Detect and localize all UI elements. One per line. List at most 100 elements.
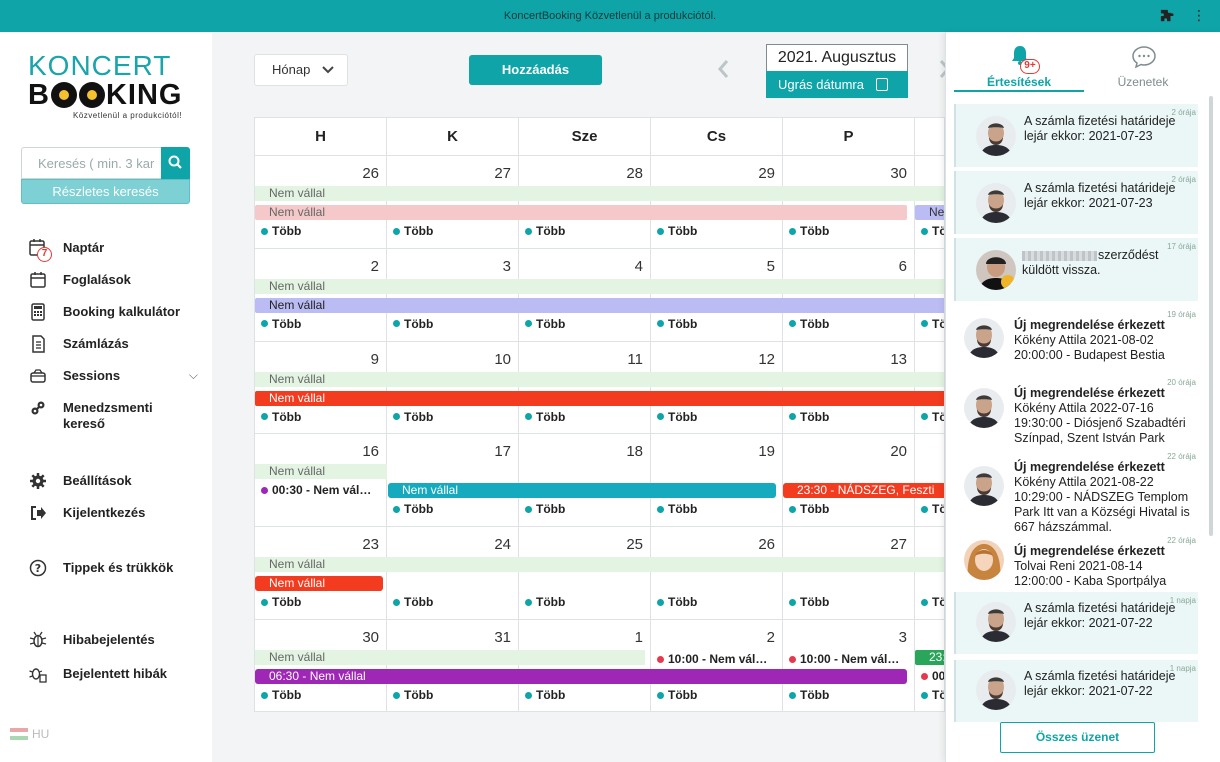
not-accept-bar[interactable]: Nem vállal	[255, 186, 944, 201]
day-number[interactable]: 4	[519, 258, 643, 275]
day-number[interactable]: 6	[783, 258, 907, 275]
more-link[interactable]: Több	[657, 317, 697, 331]
day-number[interactable]: 27	[387, 165, 511, 182]
notification-item[interactable]: 1 napja A számla fizetési határideje lejá…	[954, 660, 1198, 722]
event-item[interactable]: 00	[921, 669, 944, 683]
event-bar[interactable]: 23:	[915, 650, 944, 665]
more-link[interactable]: Több	[393, 224, 433, 238]
more-link[interactable]: Több	[393, 410, 433, 424]
more-link[interactable]: Több	[657, 502, 697, 516]
more-link[interactable]: Több	[789, 688, 829, 702]
day-number[interactable]: 29	[651, 165, 775, 182]
notification-item[interactable]: 17 órája szerződést küldött vissza.	[954, 238, 1198, 301]
more-link[interactable]: Több	[525, 502, 565, 516]
not-accept-bar[interactable]: Nem vállal	[255, 390, 944, 406]
nav-tippek[interactable]: ? Tippek és trükkök	[28, 558, 198, 578]
prev-month-icon[interactable]	[716, 58, 730, 86]
more-link[interactable]: Több	[525, 410, 565, 424]
notification-item[interactable]: 22 órája Új megrendelése érkezett Tolvai R…	[954, 532, 1198, 592]
more-link[interactable]: Több	[657, 688, 697, 702]
day-number[interactable]: 16	[255, 443, 379, 460]
tab-notifications[interactable]: 9+ Értesítések	[954, 32, 1084, 92]
more-link[interactable]: Több	[789, 410, 829, 424]
nav-sessions[interactable]: Sessions ⌵	[28, 366, 198, 386]
view-select[interactable]: Hónap	[254, 54, 348, 86]
day-number[interactable]: 23	[255, 536, 379, 553]
day-number[interactable]: 11	[519, 351, 643, 368]
more-link[interactable]: Több	[393, 317, 433, 331]
nav-naptar[interactable]: 7 Naptár	[28, 238, 198, 262]
more-link[interactable]: Több	[525, 688, 565, 702]
not-accept-bar[interactable]: Nem vállal	[255, 464, 387, 480]
day-number[interactable]: 1	[519, 629, 643, 646]
kebab-icon[interactable]: ⋮	[1192, 8, 1206, 22]
more-link[interactable]: Több	[789, 317, 829, 331]
notification-item[interactable]: 2 órája A számla fizetési határideje lejá…	[954, 171, 1198, 234]
not-accept-bar[interactable]: Ne	[915, 205, 944, 220]
more-link[interactable]: Több	[393, 595, 433, 609]
chevron-down-icon[interactable]: ⌵	[189, 368, 198, 383]
language-switch[interactable]: HU	[10, 727, 49, 741]
day-number[interactable]: 3	[387, 258, 511, 275]
day-number[interactable]: 24	[387, 536, 511, 553]
more-link[interactable]: Több	[261, 595, 301, 609]
search-input[interactable]	[21, 147, 161, 179]
more-link[interactable]: Több	[525, 317, 565, 331]
more-link[interactable]: Több	[789, 595, 829, 609]
nav-beallitasok[interactable]: Beállítások	[28, 471, 198, 491]
event-item[interactable]: 10:00 - Nem vál…	[657, 652, 779, 666]
not-accept-bar[interactable]: Nem vállal	[388, 483, 776, 499]
day-number[interactable]: 31	[387, 629, 511, 646]
more-link[interactable]: Tö	[921, 595, 944, 609]
day-number[interactable]: 12	[651, 351, 775, 368]
all-messages-button[interactable]: Összes üzenet	[1000, 722, 1155, 753]
more-link[interactable]: Több	[261, 317, 301, 331]
search-button[interactable]	[161, 147, 190, 179]
day-number[interactable]: 2	[651, 629, 775, 646]
notification-item[interactable]: 22 órája Új megrendelése érkezett Kökény A…	[954, 448, 1198, 534]
nav-menedzsment[interactable]: Menedzsmenti kereső	[28, 398, 198, 432]
scrollbar[interactable]	[1209, 96, 1213, 536]
puzzle-icon[interactable]	[1160, 9, 1174, 23]
more-link[interactable]: Több	[525, 595, 565, 609]
more-link[interactable]: Több	[657, 410, 697, 424]
not-accept-bar[interactable]: Nem vállal	[255, 371, 944, 387]
more-link[interactable]: Több	[789, 502, 829, 516]
more-link[interactable]: Több	[789, 224, 829, 238]
advanced-search-button[interactable]: Részletes keresés	[21, 179, 190, 204]
more-link[interactable]: Tö	[921, 317, 944, 331]
more-link[interactable]: Több	[657, 595, 697, 609]
more-link[interactable]: Több	[393, 688, 433, 702]
not-accept-bar[interactable]: Nem vállal	[255, 576, 383, 592]
day-number[interactable]: 5	[651, 258, 775, 275]
more-link[interactable]: Több	[261, 688, 301, 702]
more-link[interactable]: Több	[261, 224, 301, 238]
day-number[interactable]: 20	[783, 443, 907, 460]
nav-hibabejelentes[interactable]: Hibabejelentés	[28, 630, 198, 650]
more-link[interactable]: Több	[657, 224, 697, 238]
day-number[interactable]: 26	[651, 536, 775, 553]
event-bar[interactable]: 06:30 - Nem vállal	[255, 669, 907, 684]
day-number[interactable]: 3	[783, 629, 907, 646]
notification-item[interactable]: 1 napja A számla fizetési határideje lejá…	[954, 592, 1198, 654]
nav-kalkulator[interactable]: Booking kalkulátor	[28, 302, 198, 322]
event-bar[interactable]: 23:30 - NÁDSZEG, Feszti	[783, 483, 944, 499]
day-number[interactable]: 9	[255, 351, 379, 368]
notification-item[interactable]: 20 órája Új megrendelése érkezett Kökény A…	[954, 374, 1198, 445]
logo[interactable]: KONCERT B KING Közvetlenül a produkciótó…	[28, 52, 188, 132]
not-accept-bar[interactable]: Nem vállal	[255, 557, 944, 573]
more-link[interactable]: Több	[261, 410, 301, 424]
not-accept-bar[interactable]: Nem vállal	[255, 278, 944, 294]
more-link[interactable]: Tö	[921, 224, 944, 238]
add-button[interactable]: Hozzáadás	[469, 55, 602, 85]
day-number[interactable]: 30	[783, 165, 907, 182]
day-number[interactable]: 26	[255, 165, 379, 182]
more-link[interactable]: Tö	[921, 688, 944, 702]
day-number[interactable]: 13	[783, 351, 907, 368]
not-accept-bar[interactable]: Nem vállal	[255, 205, 907, 220]
day-number[interactable]: 27	[783, 536, 907, 553]
day-number[interactable]: 2	[255, 258, 379, 275]
event-item[interactable]: 00:30 - Nem vál…	[261, 483, 383, 497]
day-number[interactable]: 28	[519, 165, 643, 182]
day-number[interactable]: 30	[255, 629, 379, 646]
